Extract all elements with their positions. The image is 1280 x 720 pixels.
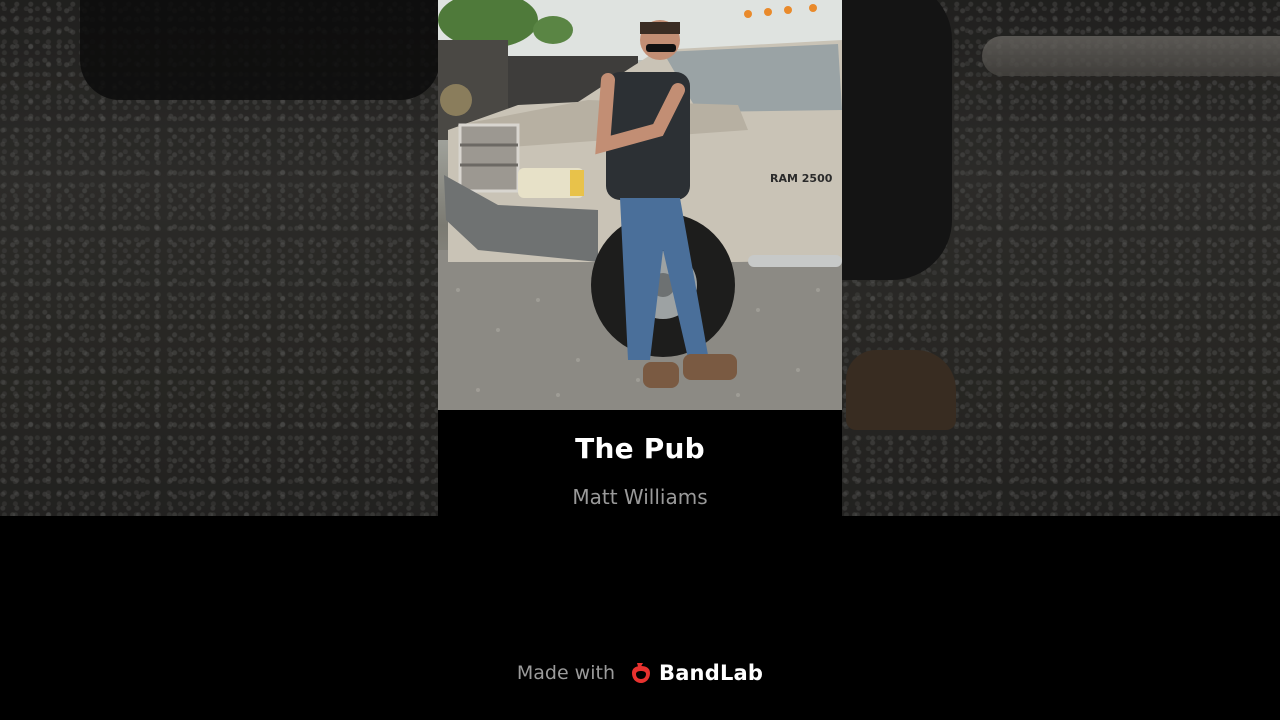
- running-board-shape: [982, 36, 1280, 76]
- artist-name: Matt Williams: [572, 485, 708, 509]
- boot-shape: [846, 350, 956, 430]
- track-title: The Pub: [575, 432, 705, 465]
- bandlab-wordmark: BandLab: [658, 661, 764, 685]
- tire-shape: [842, 0, 952, 280]
- blurred-backdrop-left: [0, 0, 440, 516]
- truck-underside-shadow: [80, 0, 440, 100]
- track-card: RAM 2500 The Pub Matt Williams: [438, 0, 842, 720]
- blurred-backdrop-right: [842, 0, 1280, 516]
- cover-art-illustration: RAM 2500: [438, 0, 842, 410]
- truck-badge: RAM 2500: [770, 172, 833, 185]
- cover-art-image: RAM 2500: [438, 0, 842, 410]
- bandlab-logo-icon: [631, 663, 650, 683]
- made-with-footer: Made with BandLab: [0, 655, 1280, 691]
- made-with-label: Made with: [516, 662, 615, 684]
- bandlab-logo[interactable]: BandLab: [629, 661, 763, 685]
- video-frame: RAM 2500 The Pub Matt Williams Made with…: [0, 0, 1280, 720]
